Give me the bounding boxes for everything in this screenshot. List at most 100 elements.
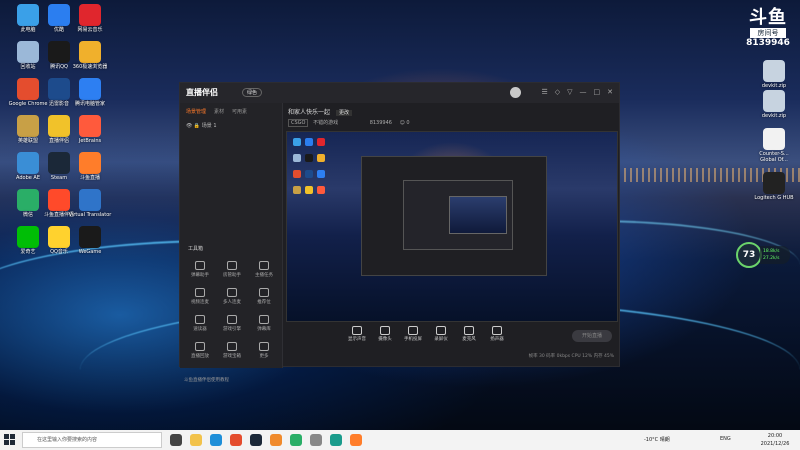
- bottom-button[interactable]: 显示声音: [344, 326, 370, 342]
- tool-button[interactable]: 视频连麦: [184, 288, 216, 305]
- desktop-icon[interactable]: Counter-S... Global Of...: [752, 128, 796, 163]
- desktop-icon[interactable]: devkit.zip: [752, 60, 796, 89]
- steam-icon[interactable]: [250, 434, 262, 446]
- tool-label: 主播任务: [255, 273, 273, 278]
- app-icon: [17, 4, 39, 26]
- version-badge[interactable]: 绿色: [242, 88, 263, 97]
- chrome-icon[interactable]: [230, 434, 242, 446]
- desktop-icon[interactable]: Logitech G HUB: [752, 172, 796, 201]
- tool-button[interactable]: 推荐位: [248, 288, 280, 305]
- tool-button[interactable]: 直播回放: [184, 342, 216, 359]
- window-button[interactable]: □: [594, 88, 601, 97]
- douyu-logo: 斗鱼: [749, 7, 787, 28]
- desktop-icon[interactable]: devkit.zip: [752, 90, 796, 119]
- edge-icon[interactable]: [210, 434, 222, 446]
- preview-icon: [305, 186, 313, 194]
- windows-start-icon[interactable]: [4, 434, 16, 446]
- button-label: 摄像头: [378, 337, 392, 342]
- bottom-toolbar: 显示声音 摄像头 手机投屏 录屏仪 麦克风 扬声器 开始直播: [286, 322, 618, 350]
- tool-icon: [195, 342, 205, 351]
- tool-label: 房管助手: [223, 273, 241, 278]
- tool-button[interactable]: 弹幕库: [248, 315, 280, 332]
- desktop-icon-label: Logitech G HUB: [754, 195, 794, 201]
- desktop-icon[interactable]: JetBrains: [68, 115, 112, 144]
- bottom-button[interactable]: 手机投屏: [400, 326, 426, 342]
- window-button[interactable]: ◇: [555, 88, 560, 97]
- desktop-icon-label: Virtual Translator: [68, 212, 112, 218]
- viewer-count: 0: [406, 120, 410, 126]
- file-explorer-icon[interactable]: [190, 434, 202, 446]
- window-button[interactable]: ▽: [567, 88, 572, 97]
- app-gray-icon[interactable]: [310, 434, 322, 446]
- button-icon: [436, 326, 446, 335]
- taskbar-search[interactable]: 在这里输入你要搜索的内容: [22, 432, 162, 448]
- window-button[interactable]: ✕: [607, 88, 613, 97]
- go-live-button[interactable]: 开始直播: [572, 330, 612, 342]
- tool-button[interactable]: 弹幕助手: [184, 261, 216, 278]
- app-icon: [48, 78, 70, 100]
- network-gauge[interactable]: 73: [736, 242, 762, 268]
- live-companion-window: 直播伴侣 绿色 ☰ ◇ ▽ — □ ✕ 场景管理 素材 可用素 👁 🔒 场景 1 工具箱 弹幕…: [179, 82, 620, 383]
- preview-icon: [293, 138, 301, 146]
- tool-button[interactable]: 更多: [248, 342, 280, 359]
- window-button[interactable]: ☰: [541, 88, 547, 97]
- desktop-icon[interactable]: 360极速浏览器: [68, 41, 112, 70]
- app-icon: [48, 226, 70, 248]
- scene-item[interactable]: 👁 🔒 场景 1: [180, 120, 282, 131]
- desktop-icon[interactable]: WeGame: [68, 226, 112, 255]
- scene-name: 场景 1: [201, 123, 217, 129]
- file-icon: [763, 60, 785, 82]
- button-label: 录屏仪: [434, 337, 448, 342]
- window-button[interactable]: —: [580, 88, 587, 97]
- tool-button[interactable]: 游戏宝箱: [216, 342, 248, 359]
- tool-label: 游戏宝箱: [223, 354, 241, 359]
- edit-title-button[interactable]: 更改: [335, 110, 352, 116]
- file-icon: [763, 172, 785, 194]
- tool-icon: [259, 288, 269, 297]
- tool-icon: [195, 261, 205, 270]
- tool-button[interactable]: 游戏引擎: [216, 315, 248, 332]
- left-tab[interactable]: 可用素: [232, 108, 247, 115]
- tool-icon: [227, 315, 237, 324]
- category-sub: 不错的游戏: [313, 120, 339, 126]
- wechat-icon[interactable]: [290, 434, 302, 446]
- douyu-icon[interactable]: [350, 434, 362, 446]
- tray-lang[interactable]: ENG: [720, 436, 731, 442]
- tool-button[interactable]: 速读器: [184, 315, 216, 332]
- tool-button[interactable]: 房管助手: [216, 261, 248, 278]
- task-view-icon[interactable]: [170, 434, 182, 446]
- tool-label: 推荐位: [257, 300, 271, 305]
- tool-button[interactable]: 主播任务: [248, 261, 280, 278]
- desktop-icon[interactable]: Virtual Translator: [68, 189, 112, 218]
- app-icon: [48, 4, 70, 26]
- bottom-button[interactable]: 扬声器: [484, 326, 510, 342]
- tool-label: 多人连麦: [223, 300, 241, 305]
- preview-icon: [293, 154, 301, 162]
- tutorial-notice[interactable]: 斗鱼直播伴侣使用教程: [184, 377, 229, 383]
- desktop-icon[interactable]: 腾讯电脑管家: [68, 78, 112, 107]
- desktop-icon-label: devkit.zip: [761, 113, 787, 119]
- weather[interactable]: -10°C 晴朗: [644, 436, 670, 443]
- clock[interactable]: 20:00 2021/12/26: [758, 432, 794, 448]
- preview-icon: [305, 138, 313, 146]
- bottom-button[interactable]: 录屏仪: [428, 326, 454, 342]
- bottom-button[interactable]: 摄像头: [372, 326, 398, 342]
- desktop-icon-label: WeGame: [78, 249, 102, 255]
- left-tab[interactable]: 素材: [214, 108, 224, 115]
- left-tab[interactable]: 场景管理: [186, 108, 206, 115]
- app-orange-icon[interactable]: [270, 434, 282, 446]
- tool-label: 直播回放: [191, 354, 209, 359]
- desktop-icon[interactable]: 斗鱼直播: [68, 152, 112, 181]
- tool-label: 速读器: [193, 327, 207, 332]
- preview-canvas[interactable]: [286, 131, 618, 322]
- preview-icon: [317, 170, 325, 178]
- avatar[interactable]: [510, 87, 521, 98]
- preview-icon: [317, 138, 325, 146]
- stream-title[interactable]: 和家人快乐一起: [288, 109, 330, 116]
- tool-button[interactable]: 多人连麦: [216, 288, 248, 305]
- desktop-icon[interactable]: 网易云音乐: [68, 4, 112, 33]
- category[interactable]: CSGO: [288, 119, 309, 127]
- app-teal-icon[interactable]: [330, 434, 342, 446]
- app-icon: [17, 41, 39, 63]
- bottom-button[interactable]: 麦克风: [456, 326, 482, 342]
